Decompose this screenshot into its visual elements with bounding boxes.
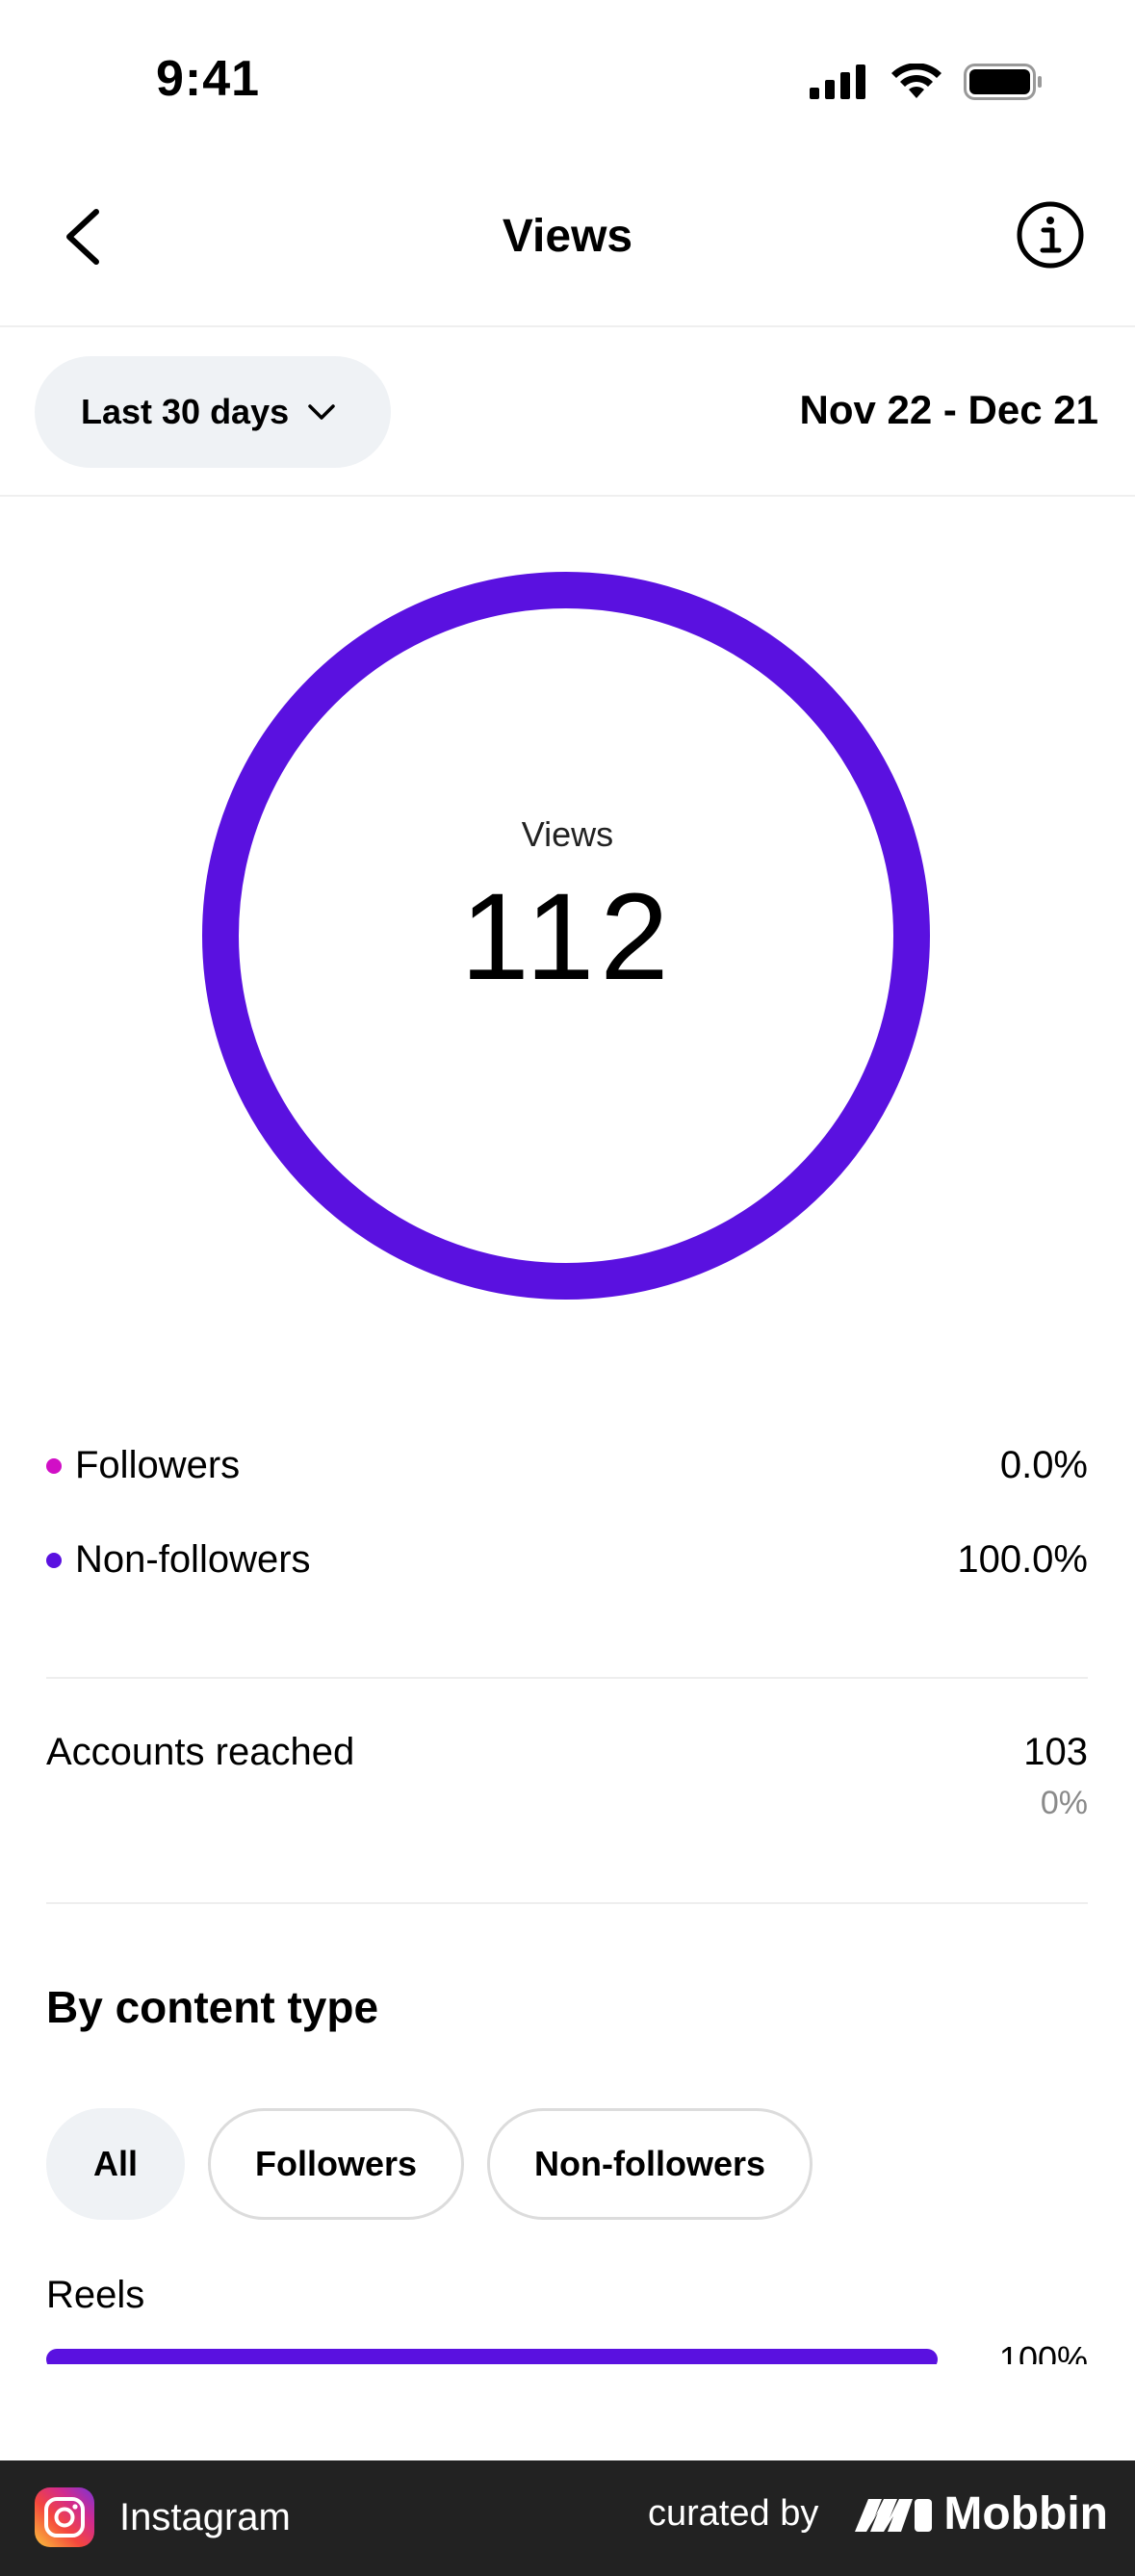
cellular-signal-icon bbox=[810, 64, 865, 99]
reels-percent: 100% bbox=[998, 2339, 1088, 2364]
mobbin-logo-icon bbox=[855, 2498, 933, 2532]
chevron-down-icon bbox=[308, 404, 335, 420]
date-range: Nov 22 - Dec 21 bbox=[799, 387, 1099, 432]
nav-header: Views bbox=[0, 164, 1135, 327]
status-icons bbox=[810, 64, 1043, 100]
status-bar: 9:41 bbox=[0, 0, 1135, 144]
reach-label: Accounts reached bbox=[46, 1731, 355, 1773]
section-title: By content type bbox=[46, 1982, 379, 2032]
legend-value: 0.0% bbox=[999, 1444, 1088, 1486]
non-followers-dot bbox=[46, 1552, 62, 1568]
footer-app: Instagram bbox=[35, 2487, 291, 2547]
reach-change: 0% bbox=[1040, 1785, 1088, 1821]
views-insights-screen: 9:41 Views Last 30 days Nov 22 - Dec 21 … bbox=[0, 0, 1135, 2576]
tab-all[interactable]: All bbox=[46, 2108, 186, 2220]
brand-name: Mobbin bbox=[943, 2488, 1108, 2539]
divider bbox=[46, 1902, 1088, 1904]
period-label: Last 30 days bbox=[81, 392, 290, 431]
footer-app-name: Instagram bbox=[119, 2495, 291, 2538]
period-dropdown[interactable]: Last 30 days bbox=[35, 356, 391, 468]
followers-dot bbox=[46, 1457, 62, 1474]
divider bbox=[46, 1677, 1088, 1679]
curated-by-text: curated by bbox=[647, 2493, 819, 2534]
status-time: 9:41 bbox=[156, 51, 261, 107]
footer-bar: Instagram curated by Mobbin bbox=[0, 2460, 1135, 2576]
reels-bar-row: 100% bbox=[46, 2339, 1088, 2364]
legend-row-non-followers: Non-followers 100.0% bbox=[46, 1538, 1088, 1582]
mobbin-brand: Mobbin bbox=[853, 2487, 1108, 2540]
legend-row-followers: Followers 0.0% bbox=[46, 1444, 1088, 1487]
reels-label: Reels bbox=[46, 2274, 145, 2316]
info-icon bbox=[1017, 201, 1084, 269]
legend-label: Non-followers bbox=[75, 1538, 311, 1581]
info-button[interactable] bbox=[1016, 200, 1085, 270]
legend-label: Followers bbox=[75, 1444, 241, 1486]
views-label: Views bbox=[521, 814, 614, 854]
reels-progress-bar bbox=[46, 2349, 938, 2364]
instagram-logo-icon bbox=[35, 2487, 94, 2547]
page-title: Views bbox=[502, 211, 633, 262]
filter-row: Last 30 days Nov 22 - Dec 21 bbox=[0, 327, 1135, 497]
tab-followers[interactable]: Followers bbox=[208, 2108, 465, 2220]
content-type-tabs: All Followers Non-followers bbox=[46, 2108, 813, 2220]
footer-credit: curated by Mobbin bbox=[648, 2487, 1108, 2540]
legend-value: 100.0% bbox=[957, 1538, 1088, 1581]
views-count: 112 bbox=[460, 868, 675, 1006]
tab-non-followers[interactable]: Non-followers bbox=[487, 2108, 813, 2220]
wifi-icon bbox=[891, 64, 942, 98]
battery-icon bbox=[964, 64, 1042, 100]
reach-value: 103 bbox=[1023, 1731, 1088, 1773]
